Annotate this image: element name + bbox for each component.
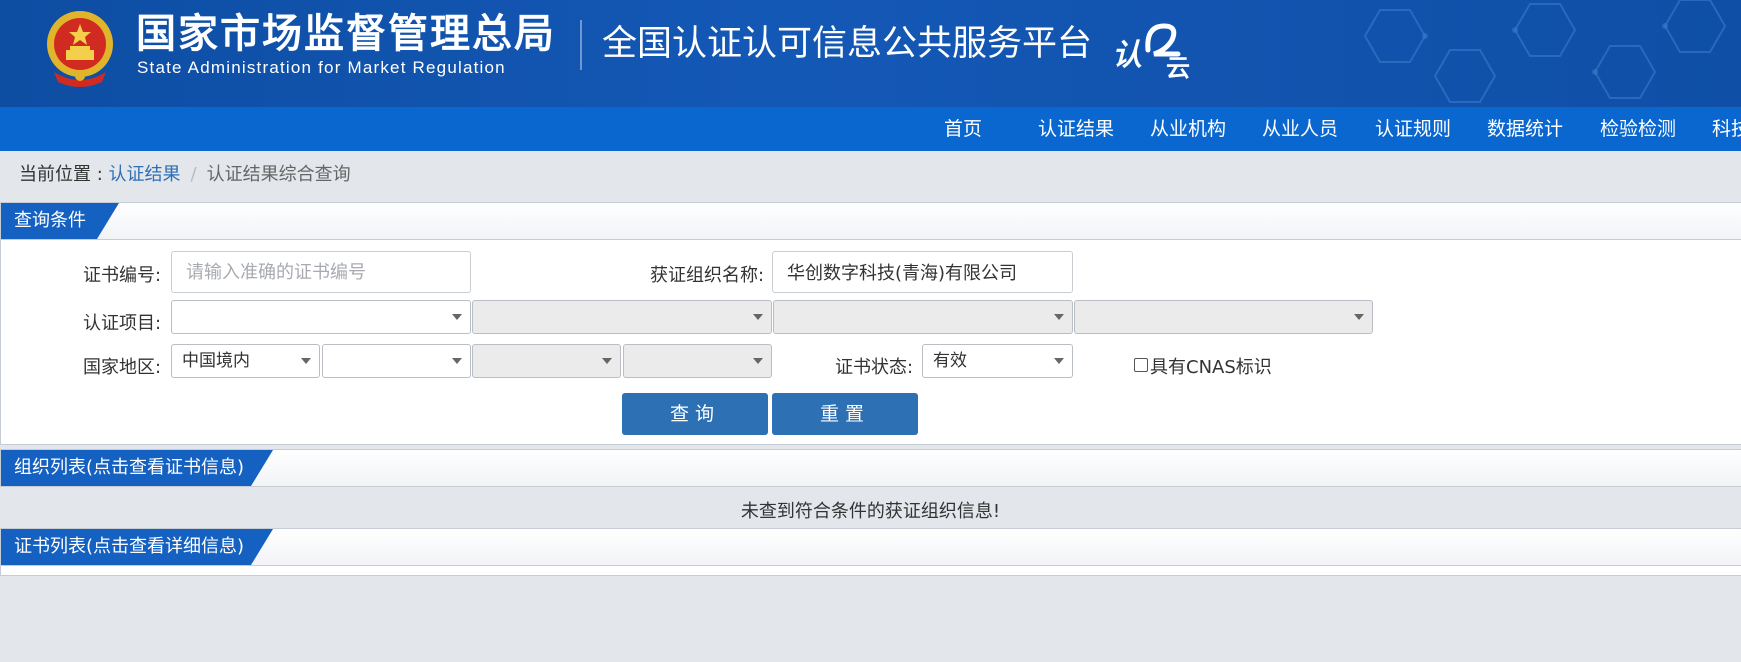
main-nav: 首页 认证结果 从业机构 从业人员 认证规则 数据统计 检验检测 科技: [0, 107, 1741, 151]
chevron-down-icon: [1054, 314, 1064, 320]
nav-item-tech[interactable]: 科技: [1712, 107, 1741, 151]
cert-status-select[interactable]: 有效: [922, 344, 1073, 378]
hexagon-pattern-decoration: [1363, 0, 1727, 103]
org-list-panel: 组织列表(点击查看证书信息): [0, 449, 1741, 487]
org-list-header: 组织列表(点击查看证书信息): [1, 450, 1741, 486]
region-select-1-value: 中国境内: [182, 351, 250, 371]
chevron-down-icon: [452, 358, 462, 364]
org-list-title: 组织列表(点击查看证书信息): [1, 450, 273, 486]
cnas-checkbox-label: 具有CNAS标识: [1150, 357, 1272, 378]
cert-list-title: 证书列表(点击查看详细信息): [1, 529, 273, 565]
cert-item-select-3[interactable]: [773, 300, 1073, 334]
region-select-2[interactable]: [322, 344, 471, 378]
org-list-empty-message: 未查到符合条件的获证组织信息!: [740, 501, 1001, 522]
region-select-1[interactable]: 中国境内: [171, 344, 320, 378]
site-banner: 国家市场监督管理总局 State Administration for Mark…: [0, 0, 1741, 107]
nav-item-cert-rules[interactable]: 认证规则: [1375, 107, 1451, 151]
breadcrumb: 当前位置 : 认证结果 / 认证结果综合查询: [19, 160, 351, 186]
agency-name-cn: 国家市场监督管理总局: [136, 11, 556, 57]
chevron-down-icon: [301, 358, 311, 364]
breadcrumb-prefix: 当前位置 :: [19, 164, 109, 185]
banner-divider: [580, 20, 582, 70]
platform-logo: 认 云: [1112, 18, 1192, 82]
region-select-3[interactable]: [472, 344, 621, 378]
nav-item-personnel[interactable]: 从业人员: [1262, 107, 1338, 151]
cert-no-input[interactable]: [171, 251, 471, 293]
cert-item-select-1[interactable]: [171, 300, 471, 334]
chevron-down-icon: [753, 314, 763, 320]
query-panel-header: 查询条件: [1, 203, 1741, 240]
breadcrumb-link-cert-results[interactable]: 认证结果: [109, 164, 181, 185]
logo-main-glyph: 认: [1112, 38, 1142, 73]
nav-item-inspection[interactable]: 检验检测: [1600, 107, 1676, 151]
cert-list-header: 证书列表(点击查看详细信息): [1, 529, 1741, 566]
chevron-down-icon: [753, 358, 763, 364]
cert-status-value: 有效: [933, 351, 967, 371]
breadcrumb-current: 认证结果综合查询: [206, 164, 351, 185]
chevron-down-icon: [602, 358, 612, 364]
platform-title: 全国认证认可信息公共服务平台: [602, 24, 1093, 64]
cert-status-label: 证书状态:: [835, 357, 914, 378]
national-emblem-icon: [47, 11, 113, 87]
cert-item-select-4[interactable]: [1074, 300, 1373, 334]
org-name-input[interactable]: [772, 251, 1073, 293]
nav-item-cert-results[interactable]: 认证结果: [1038, 107, 1114, 151]
logo-sub-glyph: 云: [1166, 54, 1190, 82]
search-button[interactable]: 查询: [622, 393, 768, 435]
chevron-down-icon: [1054, 358, 1064, 364]
cert-list-panel: 证书列表(点击查看详细信息): [0, 528, 1741, 576]
nav-item-home[interactable]: 首页: [944, 107, 982, 151]
nav-item-statistics[interactable]: 数据统计: [1487, 107, 1563, 151]
cnas-checkbox[interactable]: [1134, 358, 1148, 372]
breadcrumb-separator: /: [190, 164, 197, 185]
chevron-down-icon: [1354, 314, 1364, 320]
reset-button[interactable]: 重置: [772, 393, 918, 435]
cert-item-label: 认证项目:: [83, 313, 162, 334]
query-panel-title: 查询条件: [1, 203, 119, 239]
nav-item-institutions[interactable]: 从业机构: [1150, 107, 1226, 151]
region-select-4[interactable]: [623, 344, 772, 378]
chevron-down-icon: [452, 314, 462, 320]
cert-item-select-2[interactable]: [472, 300, 772, 334]
cnas-checkbox-wrap[interactable]: 具有CNAS标识: [1134, 353, 1272, 379]
agency-name-en: State Administration for Market Regulati…: [137, 58, 506, 77]
region-label: 国家地区:: [83, 357, 162, 378]
cert-no-label: 证书编号:: [83, 265, 162, 286]
org-name-label: 获证组织名称:: [650, 265, 765, 286]
